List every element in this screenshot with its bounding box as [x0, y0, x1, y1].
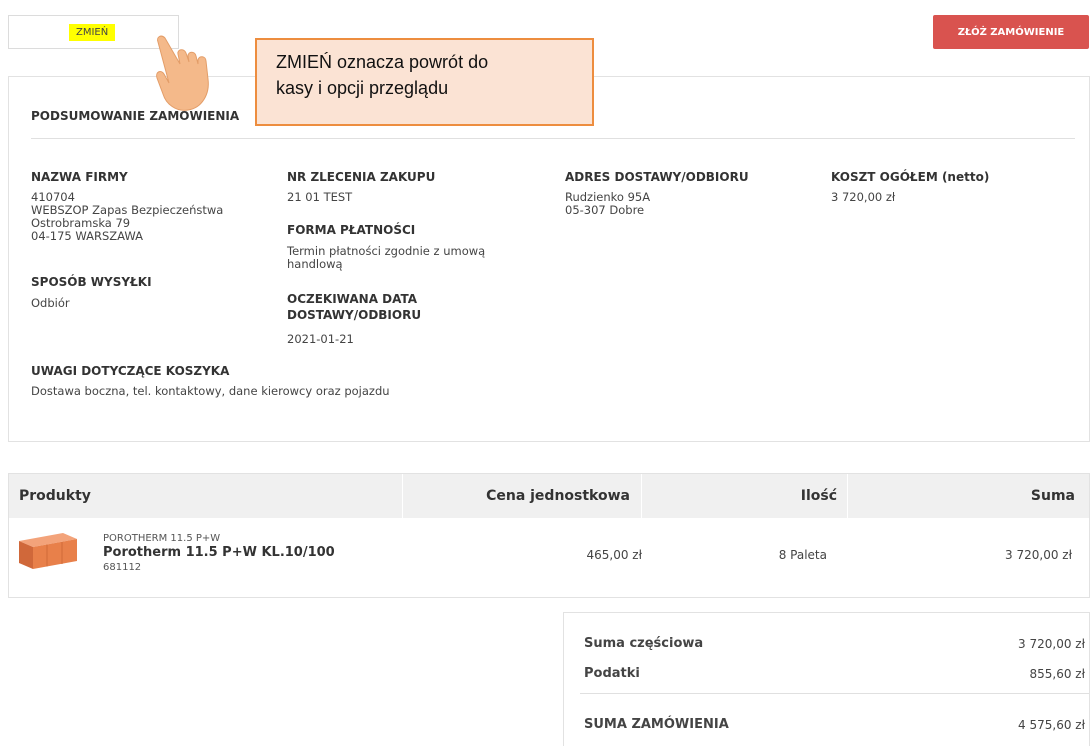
- product-sum: 3 720,00 zł: [1005, 548, 1072, 562]
- annotation-callout: ZMIEŃ oznacza powrót do kasy i opcji prz…: [255, 38, 594, 126]
- annotation-line-2: kasy i opcji przeglądu: [276, 78, 449, 98]
- delivery-address-label: ADRES DOSTAWY/ODBIORU: [565, 170, 749, 184]
- order-total-label: SUMA ZAMÓWIENIA: [584, 717, 729, 732]
- order-total-value: 4 575,60 zł: [1018, 718, 1085, 732]
- tax-label: Podatki: [584, 666, 640, 681]
- product-brand: POROTHERM 11.5 P+W: [103, 533, 221, 544]
- product-name: Porotherm 11.5 P+W KL.10/100: [103, 545, 335, 560]
- expected-date-value: 2021-01-21: [287, 332, 354, 346]
- shipping-method-value: Odbiór: [31, 296, 70, 310]
- po-number-value: 21 01 TEST: [287, 190, 353, 204]
- company-name-label: NAZWA FIRMY: [31, 170, 128, 184]
- column-header-quantity: Ilość: [800, 488, 837, 504]
- expected-date-label-line-1: OCZEKIWANA DATA: [287, 292, 418, 306]
- divider: [31, 138, 1075, 139]
- column-header-sum: Suma: [1030, 488, 1075, 504]
- shipping-method-label: SPOSÓB WYSYŁKI: [31, 275, 152, 289]
- products-table: Produkty Cena jednostkowa Ilość Suma POR…: [8, 473, 1090, 598]
- subtotal-label: Suma częściowa: [584, 636, 704, 651]
- divider: [580, 693, 1089, 694]
- products-table-header: Produkty Cena jednostkowa Ilość Suma: [9, 474, 1089, 518]
- delivery-address-line-2: 05-307 Dobre: [565, 203, 645, 217]
- pointing-hand-icon: [156, 35, 209, 111]
- order-totals-panel: Suma częściowa 3 720,00 zł Podatki 855,6…: [563, 612, 1090, 746]
- column-header-products: Produkty: [19, 488, 91, 504]
- place-order-button[interactable]: ZŁÓŻ ZAMÓWIENIE: [933, 15, 1089, 49]
- cart-notes-value: Dostawa boczna, tel. kontaktowy, dane ki…: [31, 384, 390, 398]
- product-unit-price: 465,00 zł: [586, 548, 642, 562]
- brick-icon: [19, 533, 77, 569]
- tax-value: 855,60 zł: [1029, 667, 1085, 681]
- total-cost-value: 3 720,00 zł: [831, 190, 896, 204]
- cart-notes-label: UWAGI DOTYCZĄCE KOSZYKA: [31, 364, 230, 378]
- payment-method-line-2: handlową: [287, 257, 343, 271]
- po-number-label: NR ZLECENIA ZAKUPU: [287, 170, 436, 184]
- change-button-label: ZMIEŃ: [69, 23, 116, 41]
- product-quantity: 8 Paleta: [778, 548, 827, 562]
- total-cost-label: KOSZT OGÓŁEM (netto): [831, 170, 990, 184]
- subtotal-value: 3 720,00 zł: [1018, 637, 1085, 651]
- expected-date-label-line-2: DOSTAWY/ODBIORU: [287, 308, 422, 322]
- product-code: 681112: [103, 562, 142, 573]
- company-city: 04-175 WARSZAWA: [31, 229, 144, 243]
- payment-method-label: FORMA PŁATNOŚCI: [287, 223, 416, 237]
- annotation-line-1: ZMIEŃ oznacza powrót do: [276, 52, 489, 72]
- column-header-unit-price: Cena jednostkowa: [486, 488, 630, 504]
- order-summary-panel: PODSUMOWANIE ZAMÓWIENIA NAZWA FIRMY 4107…: [8, 76, 1090, 442]
